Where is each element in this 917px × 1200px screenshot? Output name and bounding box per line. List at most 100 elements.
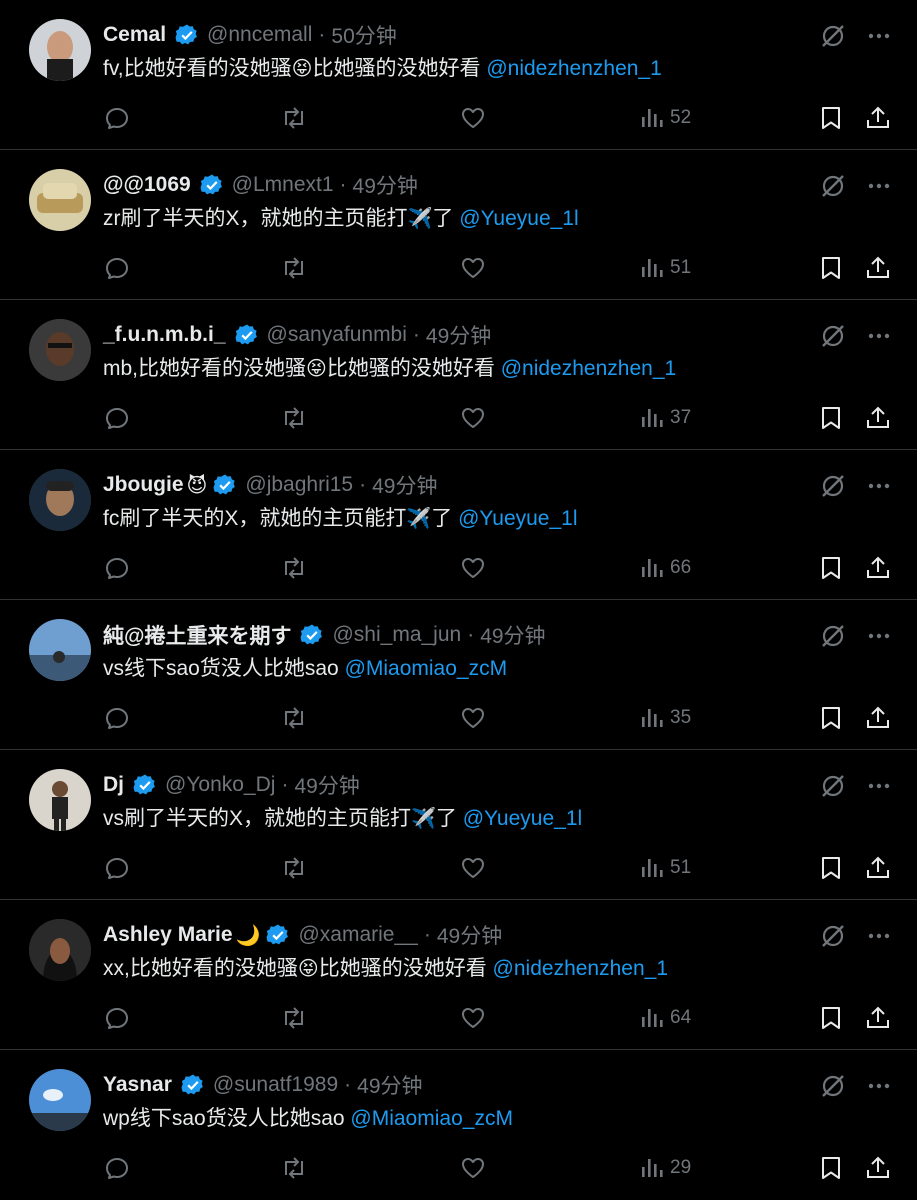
reply-button[interactable] xyxy=(104,103,130,133)
views-button[interactable]: 51 xyxy=(640,253,691,283)
timestamp[interactable]: 49分钟 xyxy=(437,920,502,950)
bookmark-button[interactable] xyxy=(820,553,842,583)
grok-icon[interactable] xyxy=(819,922,847,950)
share-button[interactable] xyxy=(865,1153,891,1183)
more-icon[interactable] xyxy=(867,1074,891,1098)
share-button[interactable] xyxy=(865,1003,891,1033)
grok-icon[interactable] xyxy=(819,22,847,50)
mention-link[interactable]: @Miaomiao_zcM xyxy=(350,1107,513,1130)
views-button[interactable]: 51 xyxy=(640,853,691,883)
like-button[interactable] xyxy=(460,1003,486,1033)
views-button[interactable]: 37 xyxy=(640,403,691,433)
reply-button[interactable] xyxy=(104,553,130,583)
more-icon[interactable] xyxy=(867,474,891,498)
timestamp[interactable]: 49分钟 xyxy=(357,1070,422,1100)
bookmark-button[interactable] xyxy=(820,853,842,883)
views-button[interactable]: 29 xyxy=(640,1153,691,1183)
reply-button[interactable] xyxy=(104,403,130,433)
tweet[interactable]: @@1069 @Lmnext1 · 49分钟 zr刷了半天的X，就她的主页能打✈… xyxy=(0,150,917,300)
display-name[interactable]: Jbougie xyxy=(103,473,184,497)
grok-icon[interactable] xyxy=(819,172,847,200)
tweet[interactable]: Cemal @nncemall · 50分钟 fv,比她好看的没她骚😝比她骚的没… xyxy=(0,0,917,150)
like-button[interactable] xyxy=(460,553,486,583)
timestamp[interactable]: 50分钟 xyxy=(331,20,396,50)
avatar[interactable] xyxy=(29,619,91,681)
display-name[interactable]: Cemal xyxy=(103,23,166,47)
grok-icon[interactable] xyxy=(819,622,847,650)
handle[interactable]: @jbaghri15 xyxy=(245,473,353,497)
tweet[interactable]: Yasnar @sunatf1989 · 49分钟 wp线下sao货没人比她sa… xyxy=(0,1050,917,1200)
timestamp[interactable]: 49分钟 xyxy=(294,770,359,800)
display-name[interactable]: Yasnar xyxy=(103,1073,172,1097)
handle[interactable]: @sunatf1989 xyxy=(213,1073,338,1097)
handle[interactable]: @Lmnext1 xyxy=(232,173,334,197)
grok-icon[interactable] xyxy=(819,322,847,350)
retweet-button[interactable] xyxy=(280,703,308,733)
tweet[interactable]: Ashley Marie 🌙 @xamarie__ · 49分钟 xx,比她好看… xyxy=(0,900,917,1050)
bookmark-button[interactable] xyxy=(820,1153,842,1183)
bookmark-button[interactable] xyxy=(820,103,842,133)
grok-icon[interactable] xyxy=(819,472,847,500)
like-button[interactable] xyxy=(460,1153,486,1183)
avatar[interactable] xyxy=(29,469,91,531)
share-button[interactable] xyxy=(865,703,891,733)
bookmark-button[interactable] xyxy=(820,253,842,283)
handle[interactable]: @nncemall xyxy=(207,23,312,47)
handle[interactable]: @Yonko_Dj xyxy=(165,773,275,797)
reply-button[interactable] xyxy=(104,853,130,883)
tweet[interactable]: Jbougie 😈 @jbaghri15 · 49分钟 fc刷了半天的X，就她的… xyxy=(0,450,917,600)
like-button[interactable] xyxy=(460,703,486,733)
timestamp[interactable]: 49分钟 xyxy=(426,320,491,350)
share-button[interactable] xyxy=(865,253,891,283)
mention-link[interactable]: @Yueyue_1l xyxy=(459,207,578,230)
retweet-button[interactable] xyxy=(280,103,308,133)
retweet-button[interactable] xyxy=(280,553,308,583)
retweet-button[interactable] xyxy=(280,853,308,883)
reply-button[interactable] xyxy=(104,1153,130,1183)
bookmark-button[interactable] xyxy=(820,703,842,733)
timestamp[interactable]: 49分钟 xyxy=(372,470,437,500)
mention-link[interactable]: @nidezhenzhen_1 xyxy=(493,957,668,980)
like-button[interactable] xyxy=(460,853,486,883)
tweet[interactable]: _f.u.n.m.b.i_ @sanyafunmbi · 49分钟 mb,比她好… xyxy=(0,300,917,450)
bookmark-button[interactable] xyxy=(820,1003,842,1033)
avatar[interactable] xyxy=(29,919,91,981)
avatar[interactable] xyxy=(29,1069,91,1131)
share-button[interactable] xyxy=(865,103,891,133)
share-button[interactable] xyxy=(865,853,891,883)
like-button[interactable] xyxy=(460,253,486,283)
avatar[interactable] xyxy=(29,169,91,231)
views-button[interactable]: 35 xyxy=(640,703,691,733)
display-name[interactable]: _f.u.n.m.b.i_ xyxy=(103,323,226,347)
more-icon[interactable] xyxy=(867,174,891,198)
retweet-button[interactable] xyxy=(280,1153,308,1183)
retweet-button[interactable] xyxy=(280,253,308,283)
more-icon[interactable] xyxy=(867,324,891,348)
tweet[interactable]: 純@捲土重来を期す @shi_ma_jun · 49分钟 vs线下sao货没人比… xyxy=(0,600,917,750)
mention-link[interactable]: @nidezhenzhen_1 xyxy=(501,357,676,380)
like-button[interactable] xyxy=(460,403,486,433)
handle[interactable]: @sanyafunmbi xyxy=(267,323,407,347)
display-name[interactable]: Ashley Marie xyxy=(103,923,233,947)
mention-link[interactable]: @Miaomiao_zcM xyxy=(345,657,508,680)
display-name[interactable]: Dj xyxy=(103,773,124,797)
handle[interactable]: @shi_ma_jun xyxy=(332,623,461,647)
avatar[interactable] xyxy=(29,319,91,381)
reply-button[interactable] xyxy=(104,1003,130,1033)
display-name[interactable]: 純@捲土重来を期す xyxy=(103,620,291,650)
views-button[interactable]: 64 xyxy=(640,1003,691,1033)
views-button[interactable]: 66 xyxy=(640,553,691,583)
grok-icon[interactable] xyxy=(819,1072,847,1100)
like-button[interactable] xyxy=(460,103,486,133)
grok-icon[interactable] xyxy=(819,772,847,800)
tweet[interactable]: Dj @Yonko_Dj · 49分钟 vs刷了半天的X，就她的主页能打✈️了 … xyxy=(0,750,917,900)
mention-link[interactable]: @Yueyue_1l xyxy=(463,807,582,830)
more-icon[interactable] xyxy=(867,924,891,948)
more-icon[interactable] xyxy=(867,24,891,48)
reply-button[interactable] xyxy=(104,253,130,283)
share-button[interactable] xyxy=(865,553,891,583)
bookmark-button[interactable] xyxy=(820,403,842,433)
reply-button[interactable] xyxy=(104,703,130,733)
mention-link[interactable]: @Yueyue_1l xyxy=(458,507,577,530)
mention-link[interactable]: @nidezhenzhen_1 xyxy=(486,57,661,80)
